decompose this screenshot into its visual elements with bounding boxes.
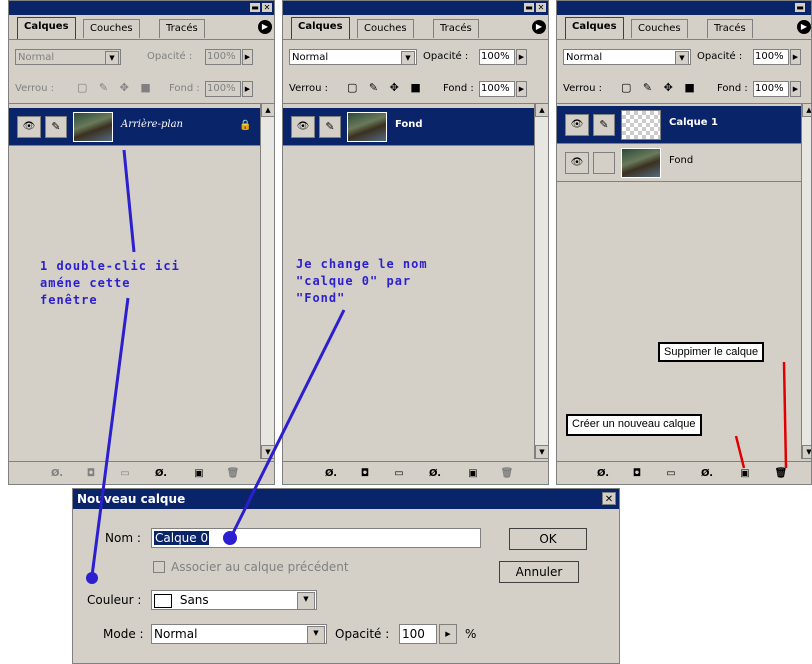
tab-calques[interactable]: Calques [17,17,76,39]
blue-dot [223,531,237,545]
red-lines [734,361,788,469]
annotation-arrows [86,149,788,584]
tab-calques[interactable]: Calques [291,17,350,39]
tab-calques[interactable]: Calques [565,17,624,39]
blue-dot [86,572,98,584]
blue-lines [90,149,346,577]
